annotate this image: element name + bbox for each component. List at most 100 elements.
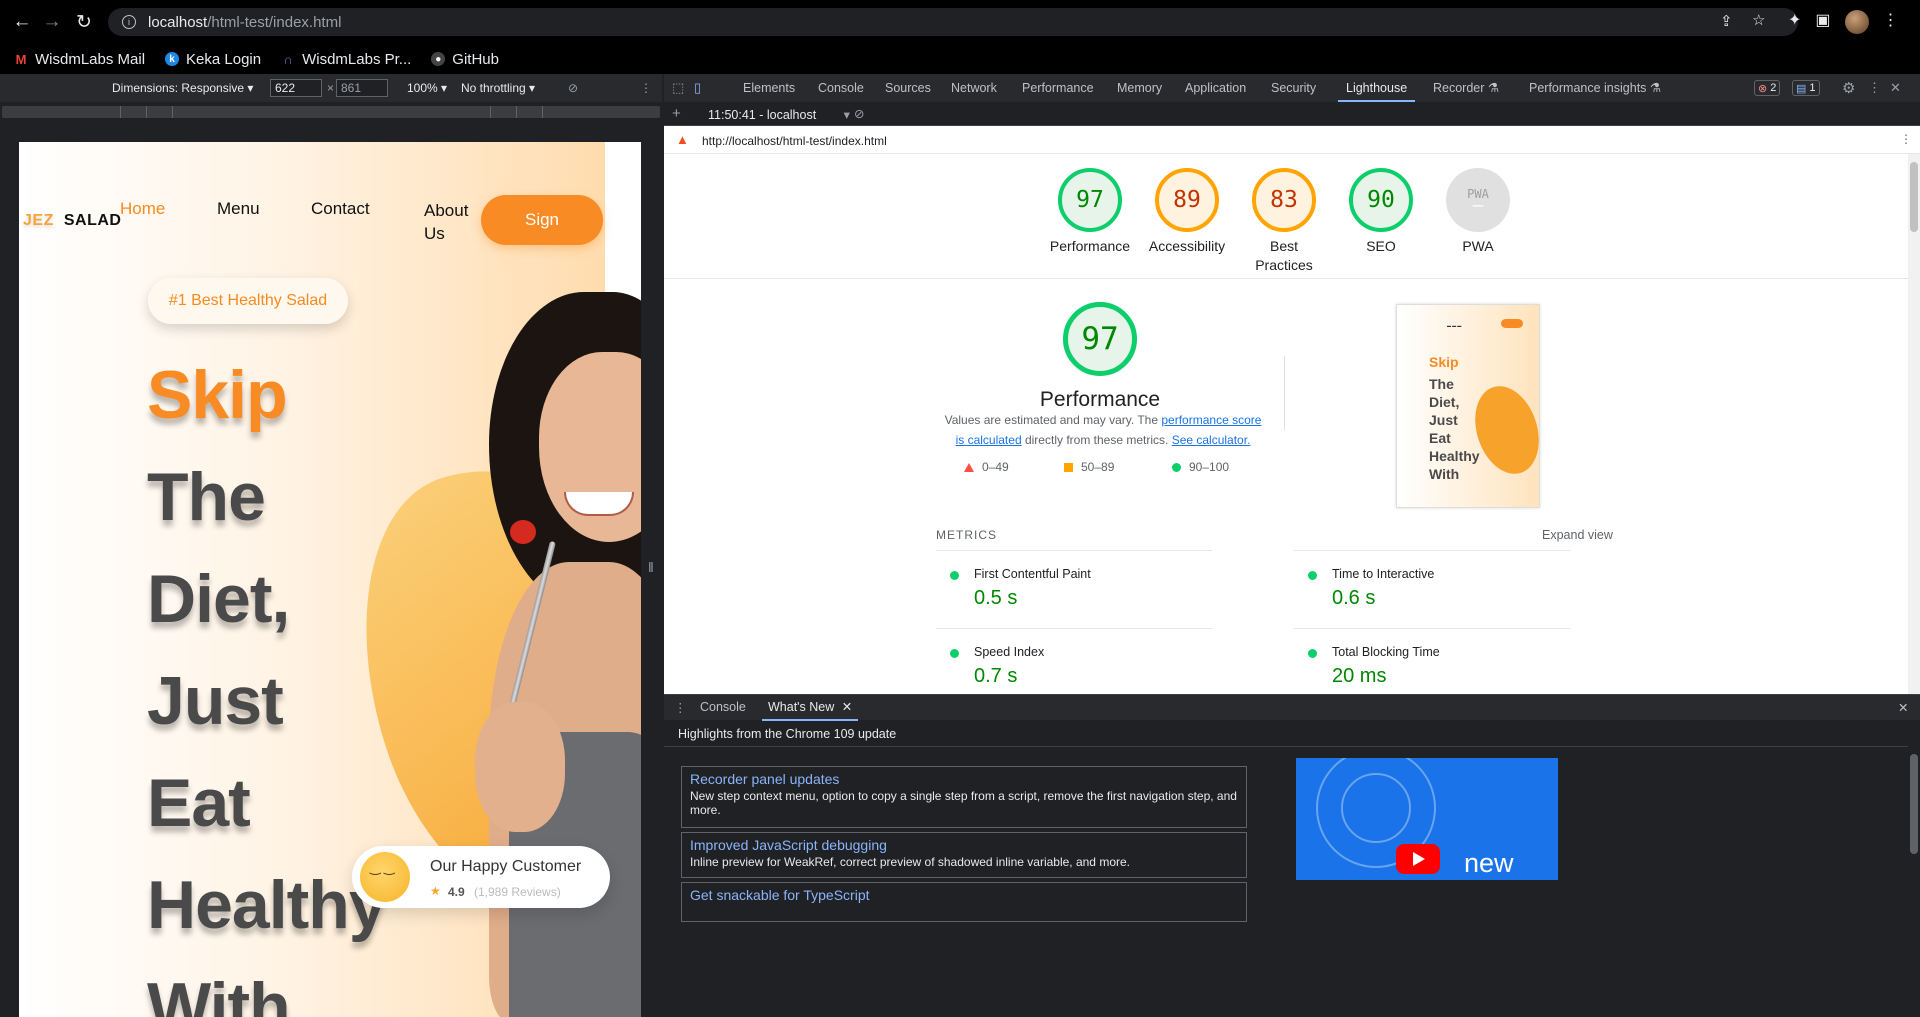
see-calculator-link[interactable]: See calculator. bbox=[1172, 433, 1251, 447]
whats-new-video[interactable]: new bbox=[1296, 758, 1558, 880]
error-icon: ⊗ bbox=[1758, 82, 1768, 95]
device-toggle-icon[interactable]: ▯ bbox=[694, 80, 701, 96]
news-card[interactable]: Recorder panel updates New step context … bbox=[681, 766, 1247, 828]
sign-button[interactable]: Sign bbox=[481, 195, 603, 245]
rotate-icon[interactable]: ⊘ bbox=[568, 81, 578, 95]
pass-circle-icon bbox=[1308, 571, 1317, 580]
close-tab-icon[interactable]: ✕ bbox=[842, 700, 852, 714]
browser-menu-icon[interactable]: ⋮ bbox=[1883, 10, 1899, 34]
drawer-scrollbar[interactable] bbox=[1908, 746, 1920, 1017]
drawer-tab-whats-new[interactable]: What's New ✕ bbox=[762, 695, 859, 721]
customer-rating: 4.9 bbox=[448, 885, 465, 899]
site-info-icon[interactable]: i bbox=[122, 15, 136, 29]
tab-recorder[interactable]: Recorder ⚗ bbox=[1433, 74, 1499, 102]
bookmark-item[interactable]: M WisdmLabs Mail bbox=[14, 51, 145, 68]
drawer-menu-icon[interactable]: ⋮ bbox=[674, 700, 687, 715]
tab-elements[interactable]: Elements bbox=[743, 74, 795, 102]
performance-gauge[interactable]: 97 bbox=[1058, 168, 1122, 232]
chevron-down-icon: ▾ bbox=[843, 108, 850, 122]
performance-score-link[interactable]: performance score bbox=[1161, 413, 1261, 427]
height-input[interactable]: 861 bbox=[336, 79, 388, 97]
performance-divider bbox=[1284, 356, 1285, 430]
best-practices-gauge[interactable]: 83 bbox=[1252, 168, 1316, 232]
inspect-element-icon[interactable]: ⬚ bbox=[672, 80, 684, 96]
accessibility-gauge[interactable]: 89 bbox=[1155, 168, 1219, 232]
message-count-badge[interactable]: ▤ 1 bbox=[1792, 80, 1820, 96]
tab-sources[interactable]: Sources bbox=[885, 74, 931, 102]
bookmark-item[interactable]: ∩ WisdmLabs Pr... bbox=[281, 51, 411, 68]
news-card[interactable]: Get snackable for TypeScript bbox=[681, 882, 1247, 922]
emulated-viewport: JEZ SALAD Home Menu Contact About Us Sign … bbox=[19, 142, 641, 1017]
profile-avatar[interactable] bbox=[1844, 10, 1869, 34]
pass-circle-icon bbox=[950, 571, 959, 580]
close-drawer-icon[interactable]: ✕ bbox=[1898, 700, 1908, 715]
report-scrollbar[interactable] bbox=[1908, 154, 1920, 694]
tab-security[interactable]: Security bbox=[1271, 74, 1316, 102]
device-toolbar: Dimensions: Responsive ▾ 622 × 861 100% … bbox=[0, 74, 662, 102]
tab-lighthouse[interactable]: Lighthouse bbox=[1338, 74, 1416, 102]
gmail-icon: M bbox=[15, 51, 27, 67]
devtools-tab-bar: ⬚ ▯ Elements Console Sources Network Per… bbox=[664, 74, 1920, 102]
tab-console[interactable]: Console bbox=[818, 74, 864, 102]
bookmark-item[interactable]: k Keka Login bbox=[165, 51, 261, 68]
device-more-icon[interactable]: ⋮ bbox=[640, 81, 652, 95]
reload-icon[interactable]: ↻ bbox=[70, 8, 98, 36]
pane-resize-handle[interactable]: ‖ bbox=[648, 559, 654, 575]
nav-link-menu[interactable]: Menu bbox=[217, 199, 260, 219]
is-calculated-link[interactable]: is calculated bbox=[956, 433, 1022, 447]
forward-arrow-icon[interactable]: → bbox=[38, 8, 66, 36]
news-title[interactable]: Recorder panel updates bbox=[690, 771, 1238, 787]
performance-title: Performance bbox=[1039, 388, 1161, 411]
pass-circle-icon bbox=[1308, 649, 1317, 658]
zoom-select[interactable]: 100% ▾ bbox=[407, 81, 447, 95]
tab-memory[interactable]: Memory bbox=[1117, 74, 1162, 102]
thumb-hero-line: Just bbox=[1429, 412, 1458, 428]
nav-link-home[interactable]: Home bbox=[120, 199, 165, 219]
customer-reviews-count: (1,989 Reviews) bbox=[474, 885, 561, 899]
gauges-divider bbox=[664, 278, 1908, 279]
media-query-ruler[interactable] bbox=[2, 106, 660, 118]
side-panel-icon[interactable]: ▣ bbox=[1815, 10, 1830, 34]
final-screenshot-thumbnail[interactable]: ▬ ▬ ▬ Skip The Diet, Just Eat Healthy Wi… bbox=[1396, 304, 1540, 508]
bookmark-item[interactable]: ● GitHub bbox=[431, 51, 499, 68]
lighthouse-logo-icon: ▲ bbox=[676, 132, 689, 147]
pass-circle-icon bbox=[950, 649, 959, 658]
expand-view-toggle[interactable]: Expand view bbox=[1542, 528, 1613, 542]
address-bar[interactable]: i localhost/html-test/index.html bbox=[108, 8, 1798, 36]
extensions-icon[interactable]: ✦ bbox=[1788, 10, 1801, 34]
nav-link-contact[interactable]: Contact bbox=[311, 199, 370, 219]
news-card[interactable]: Improved JavaScript debugging Inline pre… bbox=[681, 832, 1247, 878]
throttling-select[interactable]: No throttling ▾ bbox=[461, 81, 535, 95]
dimensions-select[interactable]: Dimensions: Responsive ▾ bbox=[112, 81, 253, 95]
pwa-gauge[interactable]: PWA — bbox=[1446, 168, 1510, 232]
site-logo[interactable]: JEZ SALAD bbox=[23, 212, 121, 230]
drawer-divider bbox=[664, 746, 1908, 747]
tab-performance-insights[interactable]: Performance insights ⚗ bbox=[1529, 74, 1661, 102]
bookmark-star-icon[interactable]: ☆ bbox=[1752, 11, 1765, 29]
extensions-area: ✦ ▣ ⋮ bbox=[1788, 10, 1899, 34]
tab-application[interactable]: Application bbox=[1185, 74, 1246, 102]
clear-reports-icon[interactable]: ⊘ bbox=[854, 106, 864, 121]
scrollbar-thumb[interactable] bbox=[1910, 754, 1918, 854]
share-icon[interactable]: ⇪ bbox=[1720, 12, 1733, 30]
scrollbar-thumb[interactable] bbox=[1910, 162, 1918, 232]
thumb-hero-line: With bbox=[1429, 466, 1460, 482]
width-input[interactable]: 622 bbox=[270, 79, 322, 97]
close-devtools-icon[interactable]: ✕ bbox=[1890, 80, 1901, 96]
drawer-tab-console[interactable]: Console bbox=[700, 700, 746, 714]
news-title[interactable]: Get snackable for TypeScript bbox=[690, 887, 1238, 903]
new-report-icon[interactable]: + bbox=[672, 105, 681, 122]
tab-network[interactable]: Network bbox=[951, 74, 997, 102]
tab-performance[interactable]: Performance bbox=[1022, 74, 1094, 102]
back-arrow-icon[interactable]: ← bbox=[8, 8, 36, 36]
report-select[interactable]: 11:50:41 - localhost ▾ bbox=[708, 107, 850, 122]
settings-gear-icon[interactable]: ⚙ bbox=[1842, 79, 1855, 97]
youtube-play-icon[interactable] bbox=[1396, 844, 1440, 874]
devtools-menu-icon[interactable]: ⋮ bbox=[1868, 80, 1881, 96]
seo-gauge[interactable]: 90 bbox=[1349, 168, 1413, 232]
news-title[interactable]: Improved JavaScript debugging bbox=[690, 837, 1238, 853]
nav-link-about[interactable]: About Us bbox=[424, 199, 468, 245]
error-count-badge[interactable]: ⊗ 2 bbox=[1754, 80, 1781, 96]
report-menu-icon[interactable]: ⋮ bbox=[1900, 132, 1912, 146]
browser-toolbar: ← → ↻ i localhost/html-test/index.html ⇪… bbox=[0, 0, 1920, 44]
